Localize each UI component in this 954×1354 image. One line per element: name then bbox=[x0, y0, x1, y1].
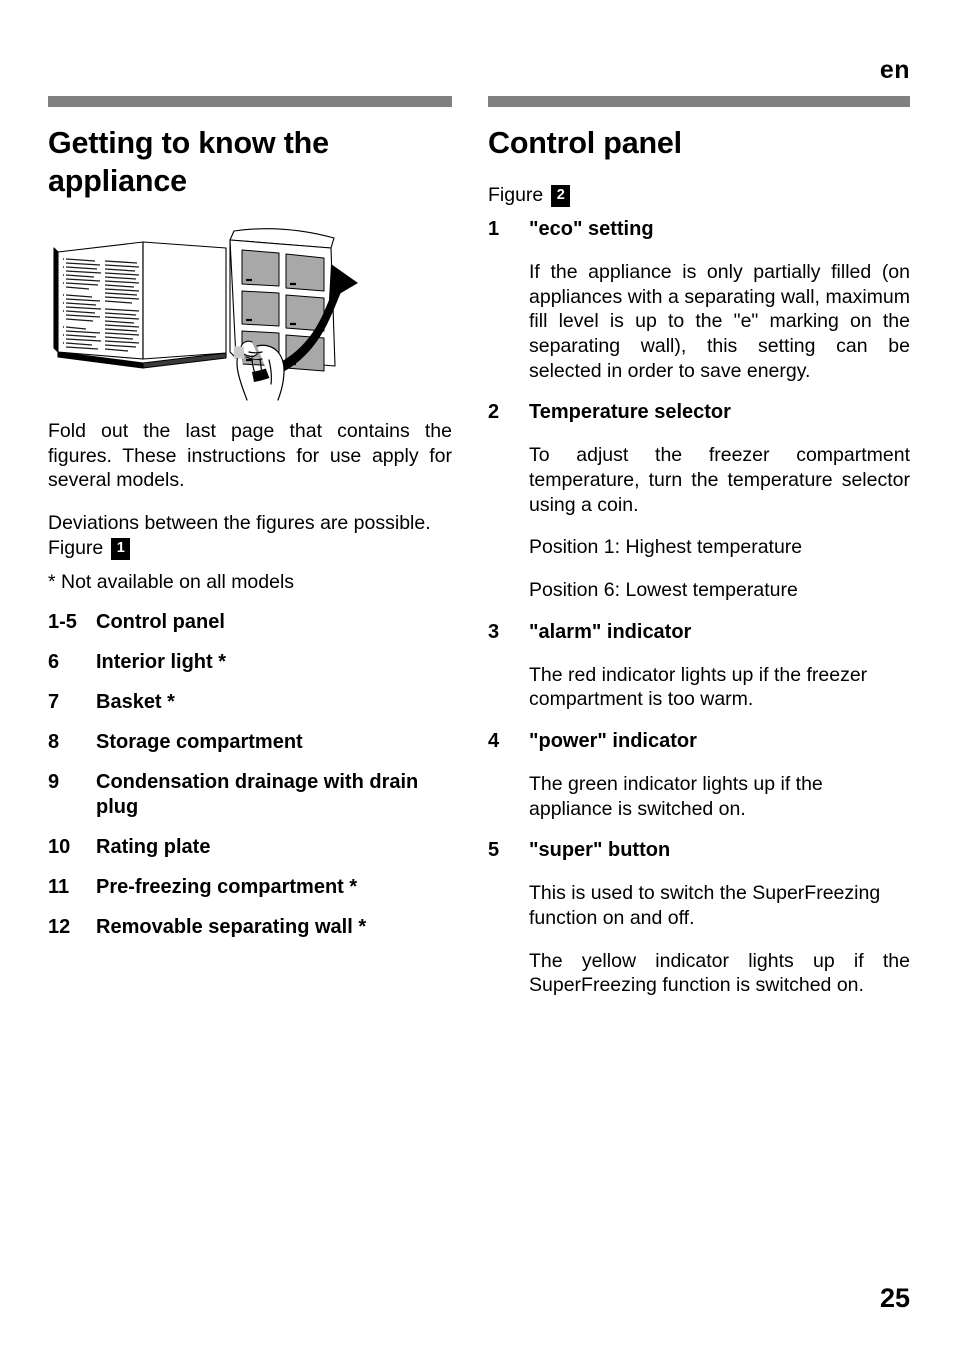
entry-paragraph: The red indicator lights up if the freez… bbox=[529, 663, 868, 711]
control-entry: 4 "power" indicator The green indicator … bbox=[488, 729, 910, 821]
page-title: Getting to know the appliance bbox=[48, 126, 329, 198]
item-number: 11 bbox=[48, 875, 70, 898]
control-panel-title: Control panel bbox=[488, 126, 682, 160]
item-number: 6 bbox=[48, 650, 60, 673]
entry-paragraph: This is used to switch the SuperFreezing… bbox=[529, 882, 881, 929]
item-label: Interior light * bbox=[96, 650, 226, 673]
intro-paragraph-2: Deviations between the figures are possi… bbox=[48, 511, 431, 534]
appliance-parts-list: 1-5 Control panel 6 Interior light * 7 B… bbox=[48, 610, 452, 940]
list-item: 8 Storage compartment bbox=[48, 730, 452, 755]
control-entry-heading: 4 "power" indicator bbox=[488, 729, 910, 754]
figure-badge-icon: 1 bbox=[111, 538, 131, 560]
figure-label: Figure bbox=[48, 536, 104, 559]
entry-paragraph: Position 6: Lowest temperature bbox=[529, 579, 798, 602]
entry-paragraph: To adjust the freezer compartment temper… bbox=[529, 444, 910, 516]
control-entry-body: The red indicator lights up if the freez… bbox=[529, 663, 910, 712]
page-number: 25 bbox=[879, 1283, 910, 1313]
control-entry: 1 "eco" setting If the appliance is only… bbox=[488, 217, 910, 383]
entry-number: 4 bbox=[488, 730, 500, 753]
item-label: Control panel bbox=[96, 610, 225, 633]
list-item: 12 Removable separating wall * bbox=[48, 915, 452, 940]
entry-title: "eco" setting bbox=[529, 218, 654, 241]
control-entry-heading: 3 "alarm" indicator bbox=[488, 620, 910, 645]
control-entry-body: If the appliance is only partially fille… bbox=[529, 260, 910, 383]
entry-title: "power" indicator bbox=[529, 730, 697, 753]
item-number: 9 bbox=[48, 770, 60, 793]
list-item: 7 Basket * bbox=[48, 690, 452, 715]
figure-label: Figure bbox=[488, 183, 544, 206]
control-entry-body: The green indicator lights up if the app… bbox=[529, 772, 910, 821]
control-entry-heading: 1 "eco" setting bbox=[488, 217, 910, 242]
control-entry: 3 "alarm" indicator The red indicator li… bbox=[488, 620, 910, 712]
item-number: 12 bbox=[48, 915, 71, 938]
item-label: Removable separating wall * bbox=[96, 915, 367, 938]
intro-paragraph-1: Fold out the last page that contains the… bbox=[48, 420, 452, 492]
item-label: Condensation drainage with drain plug bbox=[96, 770, 419, 818]
entry-title: "super" button bbox=[529, 839, 671, 862]
entry-number: 3 bbox=[488, 620, 500, 643]
right-column: Control panel Figure 2 1 "eco" setting I… bbox=[488, 96, 910, 998]
list-item: 11 Pre-freezing compartment * bbox=[48, 875, 452, 900]
item-number: 10 bbox=[48, 835, 71, 858]
entry-paragraph: The green indicator lights up if the app… bbox=[529, 773, 823, 820]
left-column: Getting to know the appliance Fold out t… bbox=[48, 96, 452, 940]
item-number: 1-5 bbox=[48, 610, 77, 633]
control-entry: 5 "super" button This is used to switch … bbox=[488, 838, 910, 998]
left-column-rule bbox=[48, 96, 452, 107]
item-number: 8 bbox=[48, 730, 60, 753]
entry-paragraph: Position 1: Highest temperature bbox=[529, 536, 803, 559]
entry-number: 2 bbox=[488, 401, 500, 424]
list-item: 10 Rating plate bbox=[48, 835, 452, 860]
item-number: 7 bbox=[48, 690, 60, 713]
entry-title: Temperature selector bbox=[529, 401, 731, 424]
entry-number: 1 bbox=[488, 218, 500, 241]
control-entry-body: This is used to switch the SuperFreezing… bbox=[529, 881, 910, 998]
list-item: 9 Condensation drainage with drain plug bbox=[48, 770, 452, 820]
entry-number: 5 bbox=[488, 839, 500, 862]
list-item: 1-5 Control panel bbox=[48, 610, 452, 635]
language-tag: en bbox=[879, 56, 910, 84]
item-label: Pre-freezing compartment * bbox=[96, 875, 358, 898]
control-entry: 2 Temperature selector To adjust the fre… bbox=[488, 400, 910, 602]
foldout-page-illustration bbox=[48, 226, 358, 401]
right-column-rule bbox=[488, 96, 910, 107]
entry-paragraph: The yellow indicator lights up if the Su… bbox=[529, 949, 910, 997]
control-entry-heading: 5 "super" button bbox=[488, 838, 910, 863]
entry-title: "alarm" indicator bbox=[529, 620, 692, 643]
control-entry-heading: 2 Temperature selector bbox=[488, 400, 910, 425]
document-page: en Getting to know the appliance Fold ou… bbox=[0, 0, 954, 1354]
item-label: Storage compartment bbox=[96, 730, 303, 753]
item-label: Rating plate bbox=[96, 835, 211, 858]
entry-paragraph: If the appliance is only partially fille… bbox=[529, 261, 910, 382]
figure-badge-icon: 2 bbox=[551, 185, 571, 207]
item-label: Basket * bbox=[96, 690, 175, 713]
figure-reference-2: Figure 2 bbox=[488, 183, 910, 208]
figure-reference-1: Figure 1 bbox=[48, 536, 452, 561]
control-entry-body: To adjust the freezer compartment temper… bbox=[529, 443, 910, 602]
footnote-not-available: * Not available on all models bbox=[48, 571, 295, 594]
list-item: 6 Interior light * bbox=[48, 650, 452, 675]
